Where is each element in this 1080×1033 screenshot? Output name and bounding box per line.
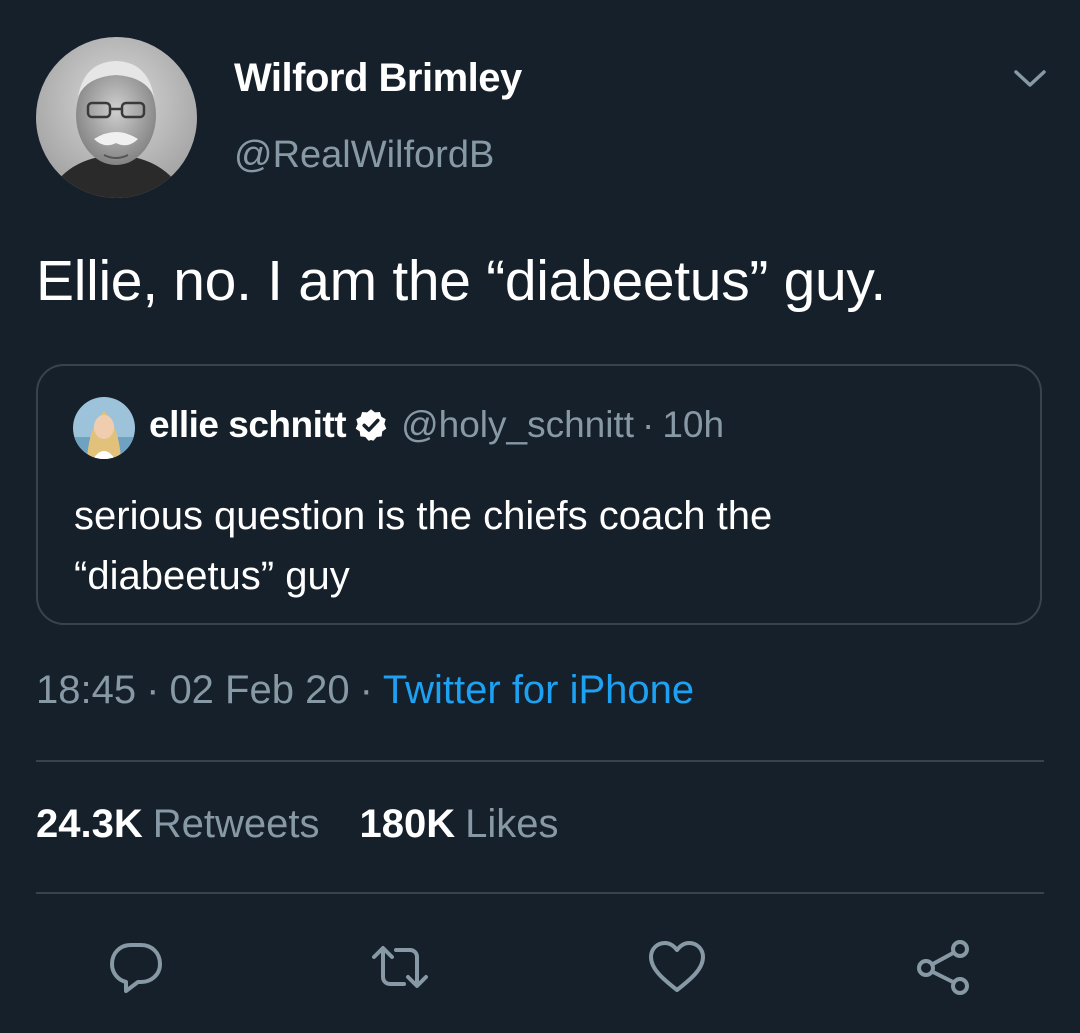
heart-icon bbox=[649, 941, 705, 992]
retweet-button[interactable] bbox=[368, 935, 432, 999]
retweets-count: 24.3K bbox=[36, 802, 143, 846]
tweet-text: Ellie, no. I am the “diabeetus” guy. bbox=[36, 249, 886, 313]
reply-button[interactable] bbox=[104, 935, 168, 999]
quoted-author-handle[interactable]: @holy_schnitt bbox=[401, 404, 634, 446]
quoted-tweet-time[interactable]: 10h bbox=[662, 404, 724, 446]
tweet-detail: Wilford Brimley @RealWilfordB Ellie, no.… bbox=[0, 0, 1080, 1033]
reply-icon bbox=[110, 943, 162, 993]
quoted-tweet-header: ellie schnitt @holy_schnitt · 10h bbox=[149, 404, 724, 446]
author-handle[interactable]: @RealWilfordB bbox=[234, 134, 494, 177]
like-button[interactable] bbox=[645, 935, 709, 999]
retweets-label: Retweets bbox=[152, 802, 320, 846]
author-name[interactable]: Wilford Brimley bbox=[234, 56, 522, 101]
retweet-icon bbox=[372, 946, 428, 988]
tweet-date[interactable]: 02 Feb 20 bbox=[169, 668, 349, 713]
tweet-stats: 24.3K Retweets 180K Likes bbox=[36, 802, 559, 847]
separator-dot: · bbox=[146, 668, 160, 712]
quoted-tweet-text: serious question is the chiefs coach the… bbox=[74, 494, 773, 598]
chevron-down-icon[interactable] bbox=[1010, 62, 1050, 94]
quoted-author-name[interactable]: ellie schnitt bbox=[149, 404, 347, 446]
tweet-meta: 18:45 · 02 Feb 20 · Twitter for iPhone bbox=[36, 668, 694, 713]
likes-label: Likes bbox=[465, 802, 559, 846]
quoted-tweet[interactable]: ellie schnitt @holy_schnitt · 10h seriou… bbox=[36, 364, 1042, 625]
tweet-source-link[interactable]: Twitter for iPhone bbox=[383, 668, 694, 713]
author-avatar[interactable] bbox=[36, 37, 197, 198]
share-icon bbox=[917, 940, 969, 995]
tweet-time[interactable]: 18:45 bbox=[36, 668, 136, 713]
divider bbox=[36, 760, 1044, 762]
share-button[interactable] bbox=[912, 935, 976, 999]
divider bbox=[36, 892, 1044, 894]
verified-badge-icon bbox=[353, 407, 389, 443]
quoted-author-avatar[interactable] bbox=[73, 397, 135, 459]
separator-dot: · bbox=[642, 404, 655, 445]
separator-dot: · bbox=[359, 668, 373, 712]
likes-count: 180K bbox=[359, 802, 456, 846]
retweets-stat[interactable]: 24.3K Retweets bbox=[36, 802, 320, 847]
likes-stat[interactable]: 180K Likes bbox=[360, 802, 559, 847]
